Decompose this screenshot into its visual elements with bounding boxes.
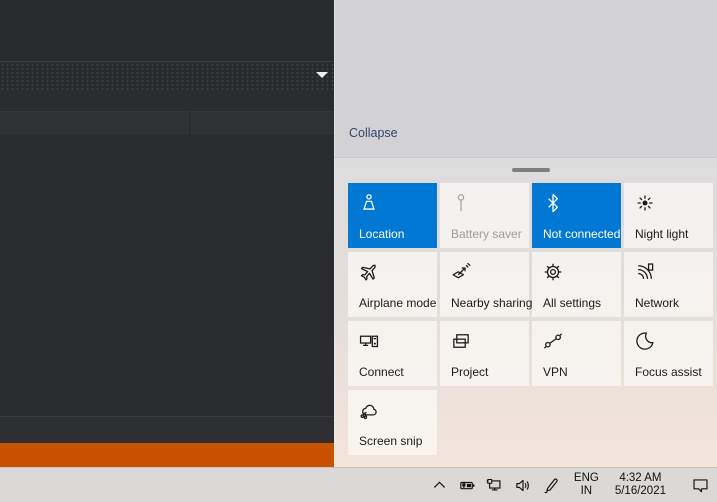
drag-handle[interactable] [512, 168, 550, 172]
network-icon [634, 261, 656, 283]
connect-icon [358, 330, 380, 352]
focus-assist-icon [634, 330, 656, 352]
app-orange-accent-bar [0, 443, 334, 467]
tile-label: Screen snip [359, 434, 423, 448]
app-toolbar-box-left [0, 111, 189, 134]
quick-action-tile-focus-assist[interactable]: Focus assist [624, 321, 713, 386]
language-line1: ENG [573, 471, 599, 484]
app-toolbar-box-right [191, 111, 334, 134]
show-hidden-icons-button[interactable] [430, 475, 450, 495]
tile-label: Focus assist [635, 365, 702, 379]
quick-action-tile-night-light[interactable]: Night light [624, 183, 713, 248]
bluetooth-icon [542, 192, 564, 214]
tile-label: Nearby sharing [451, 296, 533, 310]
language-line2: IN [580, 485, 593, 497]
nearby-sharing-icon [450, 261, 472, 283]
tile-label: All settings [543, 296, 602, 310]
quick-action-tile-airplane-mode[interactable]: Airplane mode [348, 252, 437, 317]
system-tray: ENG IN 4:32 AM 5/16/2021 [430, 468, 717, 502]
chevron-down-icon[interactable] [316, 72, 328, 78]
volume-icon[interactable] [514, 475, 534, 495]
quick-action-tile-connect[interactable]: Connect [348, 321, 437, 386]
quick-actions-area: Location Battery saver Not connected Nig… [334, 157, 717, 467]
action-center-panel: Collapse Location Battery saver Not conn… [334, 0, 717, 467]
quick-actions-grid: Location Battery saver Not connected Nig… [348, 183, 713, 455]
clock-date: 5/16/2021 [614, 485, 666, 497]
screen-snip-icon [358, 399, 380, 421]
ethernet-network-icon[interactable] [486, 475, 506, 495]
tile-label: Network [635, 296, 680, 310]
taskbar: ENG IN 4:32 AM 5/16/2021 [0, 467, 717, 502]
app-titlebar-area [0, 0, 334, 62]
tile-label: Connect [359, 365, 404, 379]
project-icon [450, 330, 472, 352]
quick-action-tile-project[interactable]: Project [440, 321, 529, 386]
clock-time: 4:32 AM [619, 471, 662, 484]
action-center-bubble-icon[interactable] [690, 475, 710, 495]
vpn-icon [542, 330, 564, 352]
location-icon [358, 192, 380, 214]
collapse-link[interactable]: Collapse [349, 126, 398, 140]
tile-label: Battery saver [451, 227, 522, 241]
quick-action-tile-location[interactable]: Location [348, 183, 437, 248]
tile-label: VPN [543, 365, 568, 379]
desktop-screen: Collapse Location Battery saver Not conn… [0, 0, 717, 502]
night-light-icon [634, 192, 656, 214]
taskbar-clock[interactable]: 4:32 AM 5/16/2021 [611, 472, 670, 498]
battery-charging-icon[interactable] [458, 475, 478, 495]
battery-saver-icon [450, 192, 472, 214]
airplane-icon [358, 261, 380, 283]
quick-action-tile-battery-saver[interactable]: Battery saver [440, 183, 529, 248]
app-collapsed-ribbon [0, 63, 334, 90]
tile-label: Location [359, 227, 405, 241]
app-statusbar-area [0, 417, 334, 443]
app-toolbar-row [0, 111, 334, 134]
tile-label: Not connected [543, 227, 621, 241]
quick-action-tile-all-settings[interactable]: All settings [532, 252, 621, 317]
language-indicator[interactable]: ENG IN [570, 472, 603, 498]
quick-action-tile-bluetooth[interactable]: Not connected [532, 183, 621, 248]
quick-action-tile-vpn[interactable]: VPN [532, 321, 621, 386]
app-window [0, 0, 334, 467]
tile-label: Project [451, 365, 489, 379]
windows-ink-pen-icon[interactable] [542, 475, 562, 495]
settings-gear-icon [542, 261, 564, 283]
quick-action-tile-network[interactable]: Network [624, 252, 713, 317]
quick-action-tile-nearby-sharing[interactable]: Nearby sharing [440, 252, 533, 317]
quick-action-tile-screen-snip[interactable]: Screen snip [348, 390, 437, 455]
tile-label: Airplane mode [359, 296, 437, 310]
action-center-notifications-area: Collapse [334, 0, 717, 157]
tile-label: Night light [635, 227, 689, 241]
